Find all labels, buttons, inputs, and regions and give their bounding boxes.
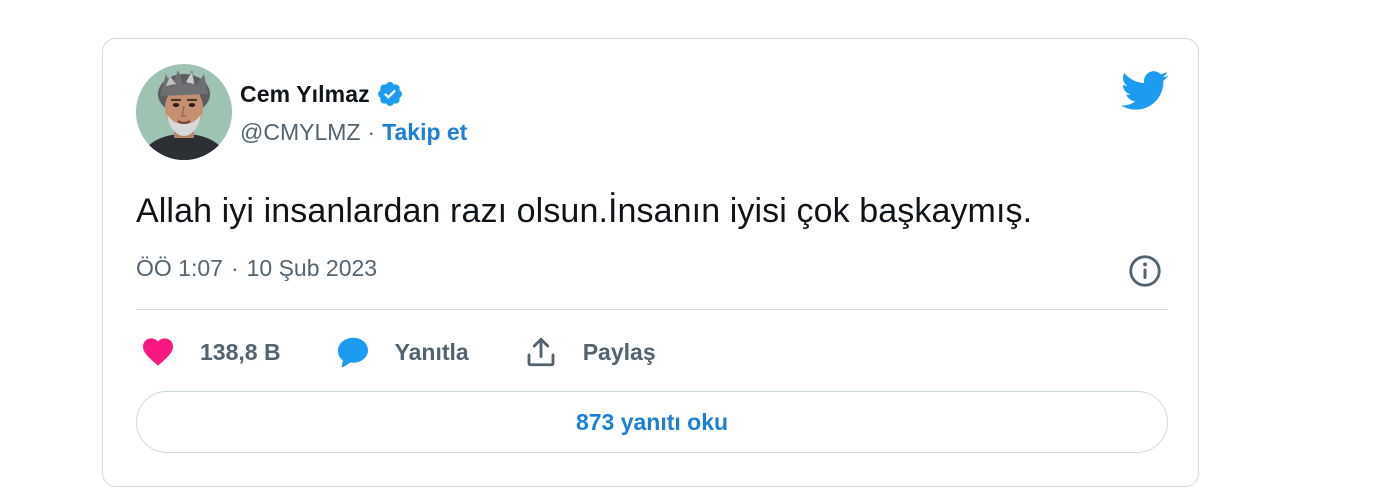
- twitter-bird-icon[interactable]: [1121, 71, 1169, 111]
- read-replies-button[interactable]: 873 yanıtı oku: [136, 391, 1168, 453]
- tweet-embed-card: Cem Yılmaz @CMYLMZ · Takip et Allah iyi …: [102, 38, 1199, 487]
- tweet-time[interactable]: ÖÖ 1:07: [136, 255, 223, 282]
- handle-separator: ·: [367, 119, 376, 145]
- author-handle-row: @CMYLMZ · Takip et: [240, 119, 467, 146]
- share-label: Paylaş: [582, 338, 656, 365]
- author-name-row: Cem Yılmaz: [240, 79, 404, 109]
- like-count: 138,8 B: [200, 338, 281, 365]
- like-button[interactable]: 138,8 B: [140, 334, 281, 370]
- tweet-date[interactable]: 10 Şub 2023: [247, 255, 377, 282]
- read-replies-label: 873 yanıtı oku: [575, 408, 729, 435]
- divider: [136, 309, 1168, 310]
- tweet-meta: ÖÖ 1:07 · 10 Şub 2023: [136, 255, 377, 282]
- reply-button[interactable]: Yanıtla: [335, 334, 469, 370]
- reply-label: Yanıtla: [394, 338, 469, 365]
- share-button[interactable]: Paylaş: [523, 334, 656, 370]
- verified-badge-icon: [377, 82, 402, 106]
- avatar[interactable]: [136, 64, 232, 160]
- tweet-text: Allah iyi insanlardan razı olsun.İnsanın…: [136, 192, 1033, 230]
- speech-bubble-icon: [337, 337, 368, 368]
- author-name[interactable]: Cem Yılmaz: [240, 81, 370, 108]
- action-bar: 138,8 B Yanıtla Paylaş: [140, 332, 710, 372]
- share-icon: [527, 337, 555, 367]
- author-handle[interactable]: @CMYLMZ: [240, 119, 360, 146]
- follow-link[interactable]: Takip et: [382, 119, 467, 146]
- heart-icon: [143, 338, 173, 366]
- info-icon[interactable]: [1127, 253, 1163, 289]
- meta-separator: ·: [230, 255, 239, 281]
